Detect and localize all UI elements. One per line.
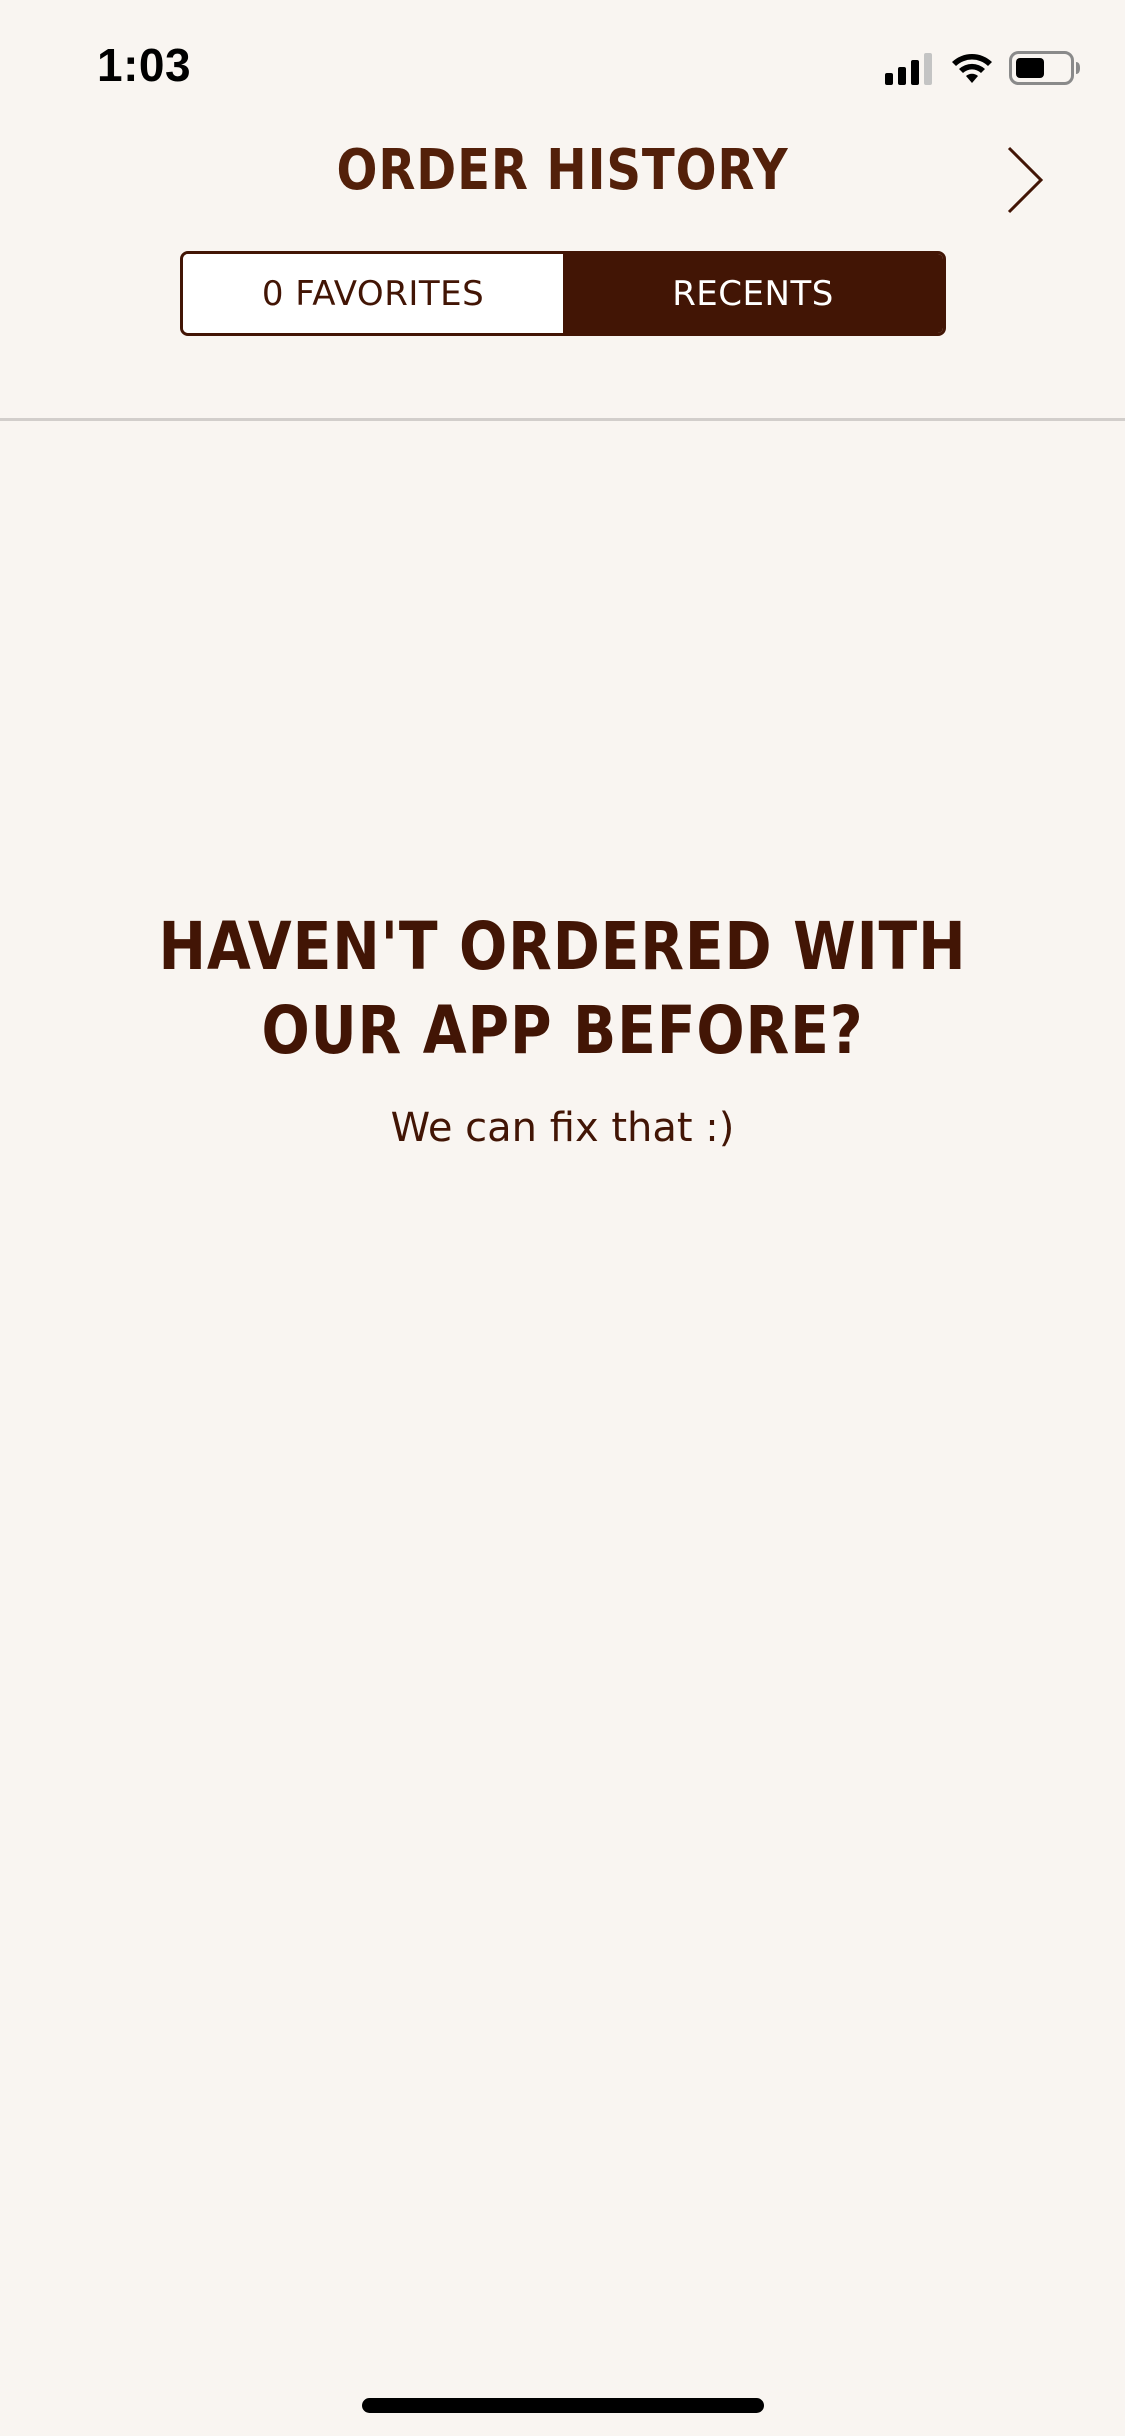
battery-icon xyxy=(1009,50,1081,86)
wifi-icon xyxy=(949,51,995,85)
next-button[interactable] xyxy=(995,140,1055,220)
page-title: ORDER HISTORY xyxy=(336,138,789,203)
empty-state-heading: HAVEN'T ORDERED WITH OUR APP BEFORE? xyxy=(79,905,1047,1073)
chevron-right-icon xyxy=(995,146,1055,224)
tab-favorites[interactable]: 0 FAVORITES xyxy=(183,254,563,333)
status-bar: 1:03 xyxy=(0,0,1125,130)
empty-state-heading-line-2: OUR APP BEFORE? xyxy=(261,992,864,1069)
status-time: 1:03 xyxy=(97,39,192,91)
status-icons xyxy=(885,48,1081,88)
empty-state-subtext: We can fix that :) xyxy=(390,1105,735,1151)
cellular-signal-icon xyxy=(885,51,935,85)
empty-state-heading-line-1: HAVEN'T ORDERED WITH xyxy=(158,908,967,985)
order-history-tabs: 0 FAVORITES RECENTS xyxy=(180,251,946,336)
tab-recents[interactable]: RECENTS xyxy=(563,254,943,333)
header-divider xyxy=(0,418,1125,421)
home-indicator xyxy=(362,2398,764,2413)
